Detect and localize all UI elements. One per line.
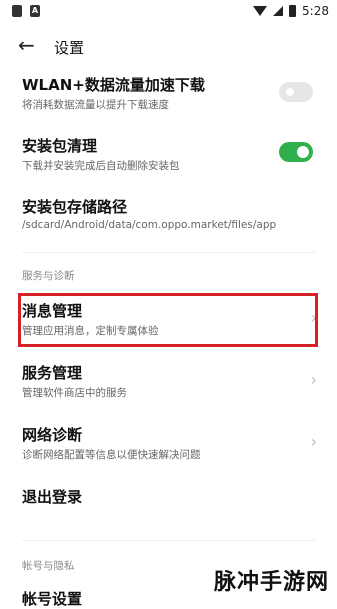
page-title: 设置 [54, 39, 85, 57]
a-icon: A [30, 5, 40, 17]
setting-title: 服务管理 [22, 364, 83, 382]
setting-title: 退出登录 [22, 488, 83, 506]
setting-subtitle: /sdcard/Android/data/com.oppo.market/fil… [22, 219, 277, 231]
setting-package-cleanup[interactable]: 安装包清理 下载并安装完成后自动删除安装包 [0, 133, 337, 177]
wifi-icon [253, 6, 268, 16]
highlight-box [18, 293, 318, 347]
signal-icon [273, 6, 284, 16]
package-cleanup-toggle[interactable] [279, 142, 313, 162]
divider [22, 252, 315, 253]
watermark: 脉冲手游网 [213, 570, 329, 595]
status-time: 5:28 [302, 4, 329, 18]
status-bar: A 5:28 [0, 0, 337, 24]
back-arrow-icon[interactable]: ← [18, 34, 42, 58]
section-service-diagnosis: 服务与诊断 [22, 270, 75, 282]
chevron-right-icon: › [310, 432, 317, 451]
setting-storage-path[interactable]: 安装包存储路径 /sdcard/Android/data/com.oppo.ma… [0, 194, 337, 238]
setting-subtitle: 下载并安装完成后自动删除安装包 [22, 160, 180, 172]
setting-title: 安装包存储路径 [22, 198, 128, 216]
section-account-privacy: 帐号与隐私 [22, 560, 75, 572]
setting-title: 安装包清理 [22, 137, 98, 155]
setting-title: 网络诊断 [22, 426, 83, 444]
logout-button[interactable]: 退出登录 [0, 484, 337, 514]
battery-icon [289, 5, 297, 17]
wlan-accelerate-toggle[interactable] [279, 82, 313, 102]
setting-service-management[interactable]: 服务管理 管理软件商店中的服务 › [0, 360, 337, 404]
setting-network-diagnosis[interactable]: 网络诊断 诊断网络配置等信息以便快速解决问题 › [0, 422, 337, 466]
setting-wlan-accelerate[interactable]: WLAN+数据流量加速下载 将消耗数据流量以提升下载速度 [0, 72, 337, 116]
setting-subtitle: 将消耗数据流量以提升下载速度 [22, 99, 169, 111]
setting-title: WLAN+数据流量加速下载 [22, 76, 205, 94]
chevron-right-icon: › [310, 370, 317, 389]
setting-subtitle: 诊断网络配置等信息以便快速解决问题 [22, 449, 201, 461]
notification-icon [12, 5, 22, 17]
divider [22, 540, 315, 541]
setting-title: 帐号设置 [22, 590, 83, 608]
header: ← 设置 [0, 30, 337, 62]
setting-subtitle: 管理软件商店中的服务 [22, 387, 127, 399]
